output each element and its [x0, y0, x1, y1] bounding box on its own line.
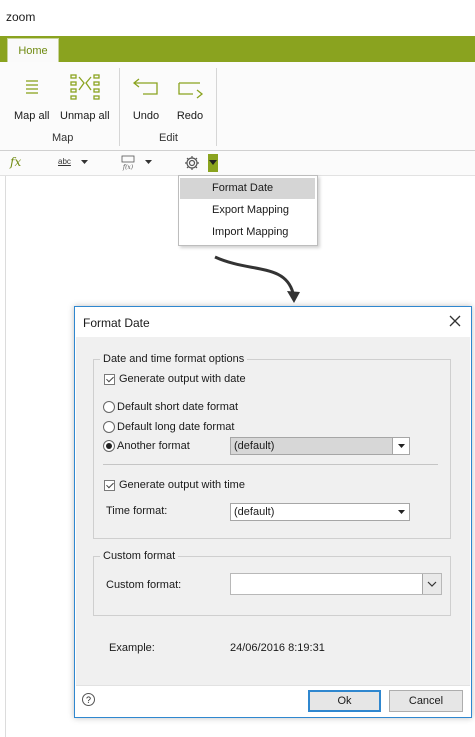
divider	[103, 464, 438, 465]
group-separator	[216, 68, 217, 146]
generate-date-label: Generate output with date	[119, 373, 246, 385]
unmap-all-label: Unmap all	[60, 110, 110, 122]
dropdown-arrow[interactable]	[392, 438, 409, 454]
another-format-select[interactable]: (default)	[230, 437, 410, 455]
abc-icon[interactable]: abc	[58, 157, 71, 166]
group-legend: Custom format	[103, 550, 176, 562]
long-date-label: Default long date format	[117, 421, 235, 433]
generate-time-checkbox[interactable]: Generate output with time	[104, 479, 245, 491]
function-toolbar	[0, 151, 475, 176]
pointer-arrow-icon	[214, 255, 300, 303]
undo-label: Undo	[132, 110, 160, 122]
ok-button[interactable]: Ok	[308, 690, 381, 712]
gear-icon[interactable]	[183, 154, 201, 172]
dropdown-arrow[interactable]	[422, 574, 441, 594]
window-title: zoom	[6, 10, 36, 24]
chevron-down-icon	[427, 581, 437, 587]
svg-text:f(x): f(x)	[122, 164, 134, 171]
time-format-label: Time format:	[106, 505, 168, 517]
format-function-icon[interactable]: f(x)	[121, 155, 139, 171]
example-label: Example:	[109, 642, 155, 654]
gear-dropdown-menu: Format Date Export Mapping Import Mappin…	[178, 175, 318, 246]
time-format-select[interactable]: (default)	[230, 503, 410, 521]
group-label-map: Map	[52, 132, 74, 144]
time-format-value: (default)	[234, 506, 275, 518]
gear-dropdown-button[interactable]	[208, 154, 218, 172]
dropdown-arrow[interactable]	[393, 504, 409, 520]
generate-time-label: Generate output with time	[119, 479, 245, 491]
generate-date-checkbox[interactable]: Generate output with date	[104, 373, 246, 385]
chevron-down-icon	[209, 160, 217, 165]
dialog-footer: ? Ok Cancel	[76, 685, 470, 717]
checkbox-box[interactable]	[104, 373, 115, 385]
unmap-all-icon	[70, 74, 100, 100]
example-value: 24/06/2016 8:19:31	[230, 642, 325, 654]
menu-item-format-date[interactable]: Format Date	[180, 178, 315, 199]
another-format-value: (default)	[231, 438, 392, 454]
close-button[interactable]	[445, 311, 465, 331]
window-titlebar: zoom	[0, 0, 475, 35]
short-date-label: Default short date format	[117, 401, 239, 413]
close-icon	[449, 315, 461, 327]
map-all-icon	[25, 80, 38, 94]
fx-icon[interactable]: fx	[10, 155, 21, 169]
redo-button[interactable]: Redo	[175, 74, 205, 122]
help-icon[interactable]: ?	[82, 693, 95, 706]
chevron-down-icon[interactable]	[81, 160, 88, 165]
menu-item-export-mapping[interactable]: Export Mapping	[180, 200, 315, 221]
radio-button[interactable]	[103, 401, 115, 413]
format-date-dialog: Format Date Date and time format options…	[74, 306, 472, 718]
map-all-label: Map all	[14, 110, 50, 122]
menu-item-import-mapping[interactable]: Import Mapping	[180, 222, 315, 243]
dialog-title: Format Date	[83, 316, 150, 330]
tab-home[interactable]: Home	[7, 38, 59, 63]
cancel-button[interactable]: Cancel	[389, 690, 463, 712]
radio-button[interactable]	[103, 440, 115, 452]
chevron-down-icon	[397, 443, 405, 448]
unmap-all-button[interactable]: Unmap all	[60, 72, 110, 122]
dialog-body: Date and time format options Generate ou…	[76, 337, 470, 685]
long-date-radio[interactable]: Default long date format	[103, 421, 234, 433]
group-separator	[119, 68, 120, 146]
redo-label: Redo	[176, 110, 204, 122]
group-label-edit: Edit	[159, 132, 178, 144]
chevron-down-icon[interactable]	[145, 160, 152, 165]
short-date-radio[interactable]: Default short date format	[103, 401, 238, 413]
custom-format-label: Custom format:	[106, 579, 182, 591]
group-legend: Date and time format options	[103, 353, 245, 365]
radio-button[interactable]	[103, 421, 115, 433]
checkbox-box[interactable]	[104, 479, 115, 491]
redo-icon	[178, 82, 204, 99]
another-format-radio[interactable]: Another format	[103, 440, 190, 452]
undo-icon	[132, 78, 158, 95]
map-all-button[interactable]: Map all	[14, 74, 49, 122]
another-format-label: Another format	[117, 440, 190, 452]
chevron-down-icon	[397, 509, 405, 514]
ribbon-tabbar	[0, 36, 475, 62]
custom-format-combo[interactable]	[230, 573, 442, 595]
undo-button[interactable]: Undo	[131, 74, 161, 122]
